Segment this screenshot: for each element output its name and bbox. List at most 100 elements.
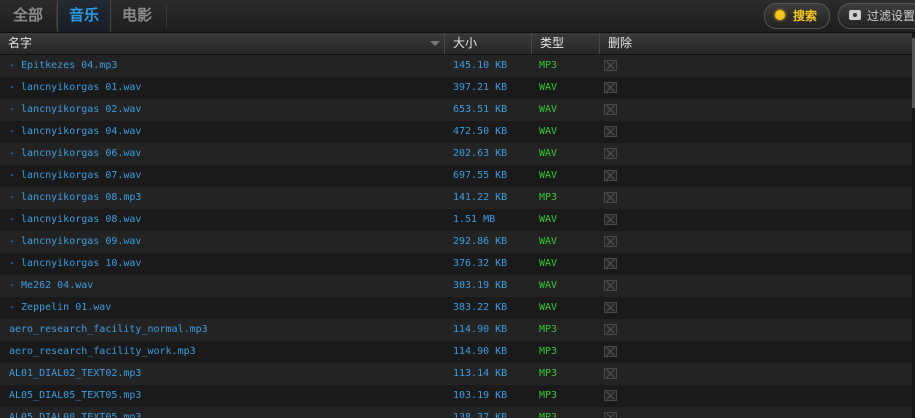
file-name: - Zeppelin 01.wav bbox=[9, 302, 112, 313]
file-type: WAV bbox=[539, 170, 558, 181]
tab-movies[interactable]: 电影 bbox=[110, 0, 164, 32]
file-type: WAV bbox=[539, 258, 558, 269]
column-header-delete-label: 删除 bbox=[608, 36, 633, 50]
file-row[interactable]: - lancnyikorgas 09.wav 292.86 KB WAV bbox=[0, 231, 912, 253]
filter-settings-label: 过滤设置 bbox=[867, 9, 915, 23]
file-type: MP3 bbox=[539, 412, 558, 418]
file-row[interactable]: AL01_DIAL02_TEXT02.mp3 113.14 KB MP3 bbox=[0, 363, 912, 385]
file-size: 472.50 KB bbox=[453, 126, 508, 137]
file-list: - Epitkezes 04.mp3 145.10 KB MP3 - lancnyik… bbox=[0, 55, 912, 418]
delete-icon[interactable] bbox=[604, 258, 617, 269]
file-type: MP3 bbox=[539, 60, 558, 71]
file-type: WAV bbox=[539, 236, 558, 247]
file-size: 1.51 MB bbox=[453, 214, 496, 225]
search-icon bbox=[775, 10, 785, 20]
file-name: - lancnyikorgas 06.wav bbox=[9, 148, 142, 159]
file-name: AL05_DIAL08_TEXT05.mp3 bbox=[9, 412, 142, 418]
delete-icon[interactable] bbox=[604, 346, 617, 357]
sort-arrow-icon[interactable] bbox=[430, 41, 440, 46]
file-size: 103.19 KB bbox=[453, 390, 508, 401]
file-size: 383.22 KB bbox=[453, 302, 508, 313]
delete-icon[interactable] bbox=[604, 412, 617, 418]
delete-icon[interactable] bbox=[604, 60, 617, 71]
file-name: - lancnyikorgas 08.wav bbox=[9, 214, 142, 225]
file-row[interactable]: - lancnyikorgas 01.wav 397.21 KB WAV bbox=[0, 77, 912, 99]
delete-icon[interactable] bbox=[604, 368, 617, 379]
file-type: WAV bbox=[539, 104, 558, 115]
file-size: 114.90 KB bbox=[453, 346, 508, 357]
delete-icon[interactable] bbox=[604, 390, 617, 401]
delete-icon[interactable] bbox=[604, 170, 617, 181]
file-type: MP3 bbox=[539, 324, 558, 335]
file-type: WAV bbox=[539, 302, 558, 313]
column-header-name[interactable]: 名字 bbox=[0, 33, 445, 54]
column-header-size-label: 大小 bbox=[453, 36, 478, 50]
file-type: WAV bbox=[539, 126, 558, 137]
file-row[interactable]: - lancnyikorgas 08.wav 1.51 MB WAV bbox=[0, 209, 912, 231]
file-type: MP3 bbox=[539, 346, 558, 357]
file-row[interactable]: - Me262 04.wav 303.19 KB WAV bbox=[0, 275, 912, 297]
file-row[interactable]: - lancnyikorgas 04.wav 472.50 KB WAV bbox=[0, 121, 912, 143]
file-name: - lancnyikorgas 02.wav bbox=[9, 104, 142, 115]
filter-settings-button[interactable]: 过滤设置 bbox=[838, 3, 915, 29]
delete-icon[interactable] bbox=[604, 214, 617, 225]
column-header-type[interactable]: 类型 bbox=[532, 33, 600, 54]
file-name: - lancnyikorgas 08.mp3 bbox=[9, 192, 142, 203]
file-row[interactable]: - Zeppelin 01.wav 383.22 KB WAV bbox=[0, 297, 912, 319]
delete-icon[interactable] bbox=[604, 324, 617, 335]
file-name: - Epitkezes 04.mp3 bbox=[9, 60, 118, 71]
delete-icon[interactable] bbox=[604, 148, 617, 159]
file-row[interactable]: - Epitkezes 04.mp3 145.10 KB MP3 bbox=[0, 55, 912, 77]
search-button[interactable]: 搜索 bbox=[764, 3, 830, 29]
file-name: AL01_DIAL02_TEXT02.mp3 bbox=[9, 368, 142, 379]
file-size: 141.22 KB bbox=[453, 192, 508, 203]
column-header-delete[interactable]: 删除 bbox=[600, 33, 912, 54]
file-type: WAV bbox=[539, 82, 558, 93]
file-type: WAV bbox=[539, 214, 558, 225]
file-size: 114.90 KB bbox=[453, 324, 508, 335]
delete-icon[interactable] bbox=[604, 280, 617, 291]
file-row[interactable]: AL05_DIAL08_TEXT05.mp3 138.37 KB MP3 bbox=[0, 407, 912, 418]
column-header-name-label: 名字 bbox=[8, 36, 33, 50]
delete-icon[interactable] bbox=[604, 236, 617, 247]
search-button-label: 搜索 bbox=[793, 9, 818, 23]
file-size: 397.21 KB bbox=[453, 82, 508, 93]
delete-icon[interactable] bbox=[604, 82, 617, 93]
file-row[interactable]: - lancnyikorgas 06.wav 202.63 KB WAV bbox=[0, 143, 912, 165]
file-size: 138.37 KB bbox=[453, 412, 508, 418]
file-name: - lancnyikorgas 10.wav bbox=[9, 258, 142, 269]
file-name: - lancnyikorgas 07.wav bbox=[9, 170, 142, 181]
file-name: aero_research_facility_normal.mp3 bbox=[9, 324, 208, 335]
file-type: MP3 bbox=[539, 390, 558, 401]
delete-icon[interactable] bbox=[604, 126, 617, 137]
file-name: - lancnyikorgas 09.wav bbox=[9, 236, 142, 247]
file-size: 292.86 KB bbox=[453, 236, 508, 247]
tab-divider bbox=[166, 4, 167, 28]
file-row[interactable]: aero_research_facility_work.mp3 114.90 KB… bbox=[0, 341, 912, 363]
tab-all[interactable]: 全部 bbox=[0, 0, 56, 32]
delete-icon[interactable] bbox=[604, 104, 617, 115]
file-row[interactable]: - lancnyikorgas 07.wav 697.55 KB WAV bbox=[0, 165, 912, 187]
file-name: AL05_DIAL05_TEXT05.mp3 bbox=[9, 390, 142, 401]
file-name: - Me262 04.wav bbox=[9, 280, 94, 291]
camera-filter-icon bbox=[849, 10, 861, 20]
file-name: aero_research_facility_work.mp3 bbox=[9, 346, 196, 357]
column-header-size[interactable]: 大小 bbox=[445, 33, 532, 54]
top-toolbar: 全部 音乐 电影 搜索 过滤设置 bbox=[0, 0, 915, 33]
file-size: 697.55 KB bbox=[453, 170, 508, 181]
file-name: - lancnyikorgas 01.wav bbox=[9, 82, 142, 93]
delete-icon[interactable] bbox=[604, 192, 617, 203]
file-row[interactable]: - lancnyikorgas 10.wav 376.32 KB WAV bbox=[0, 253, 912, 275]
file-row[interactable]: AL05_DIAL05_TEXT05.mp3 103.19 KB MP3 bbox=[0, 385, 912, 407]
column-header-type-label: 类型 bbox=[540, 36, 565, 50]
tab-music[interactable]: 音乐 bbox=[57, 0, 111, 32]
file-row[interactable]: - lancnyikorgas 02.wav 653.51 KB WAV bbox=[0, 99, 912, 121]
file-name: - lancnyikorgas 04.wav bbox=[9, 126, 142, 137]
file-row[interactable]: aero_research_facility_normal.mp3 114.90 … bbox=[0, 319, 912, 341]
file-size: 202.63 KB bbox=[453, 148, 508, 159]
file-row[interactable]: - lancnyikorgas 08.mp3 141.22 KB MP3 bbox=[0, 187, 912, 209]
column-header: 名字 大小 类型 删除 bbox=[0, 33, 912, 55]
file-size: 145.10 KB bbox=[453, 60, 508, 71]
delete-icon[interactable] bbox=[604, 302, 617, 313]
file-type: WAV bbox=[539, 148, 558, 159]
